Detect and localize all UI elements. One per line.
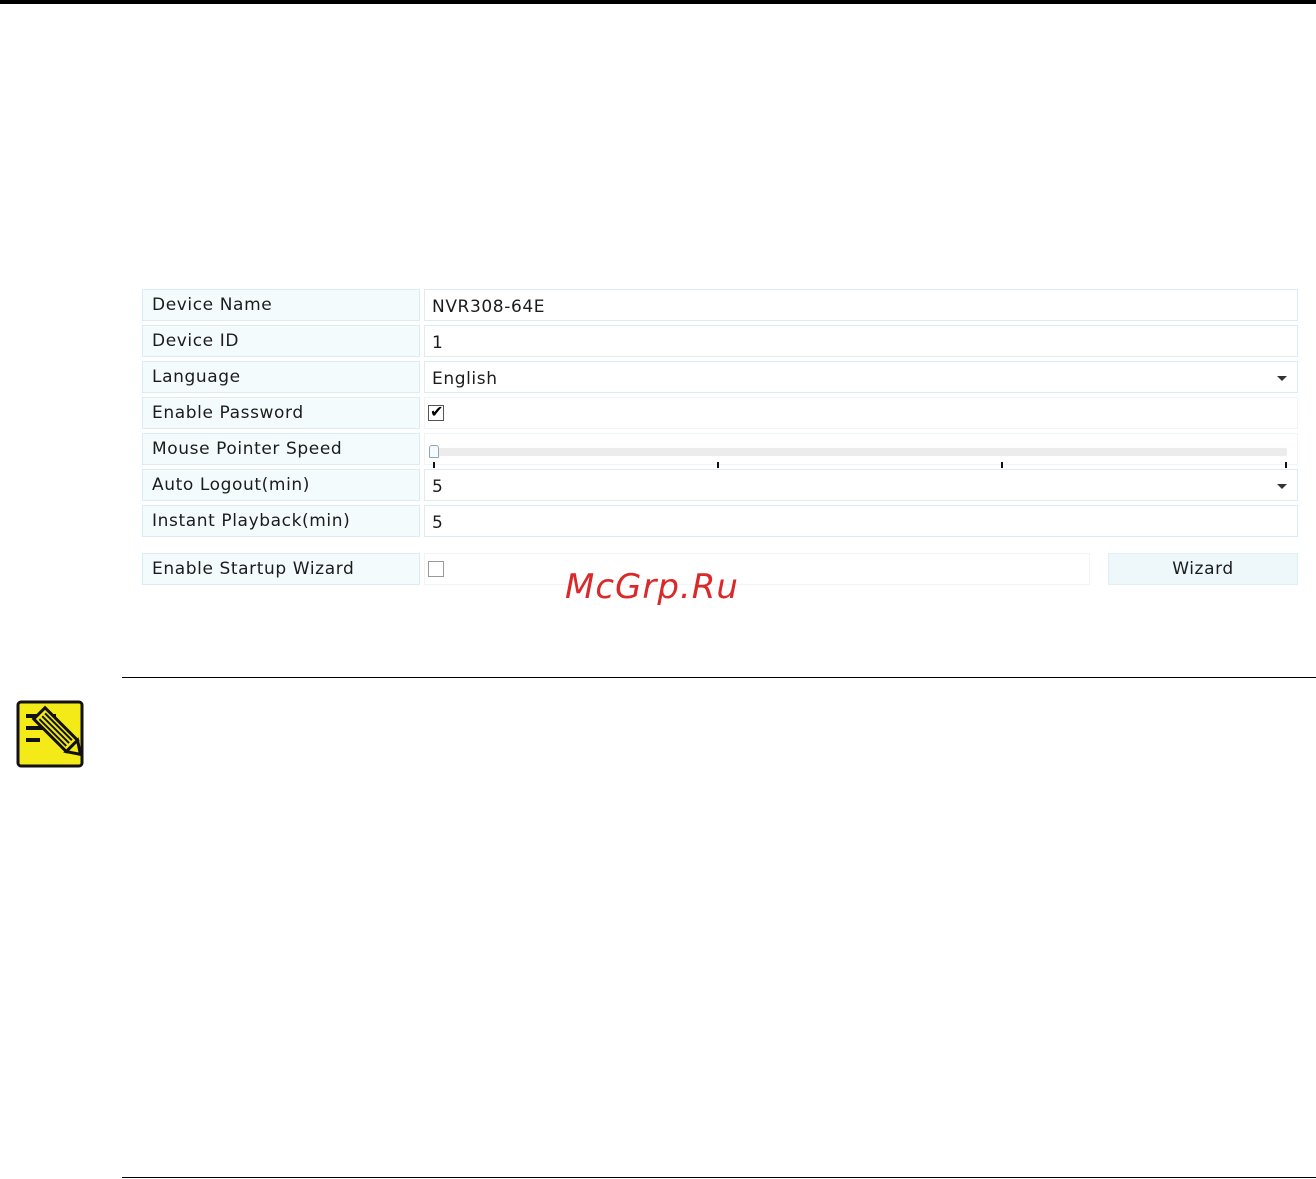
device-id-input[interactable]: 1 [424,325,1298,357]
language-label: Language [142,361,420,393]
row-mouse-pointer-speed: Mouse Pointer Speed [142,431,1298,468]
language-selected-value: English [432,369,498,389]
general-settings-form: Device Name NVR308-64E Device ID 1 Langu… [142,287,1298,587]
wizard-button[interactable]: Wizard [1108,553,1298,585]
mouse-pointer-speed-label: Mouse Pointer Speed [142,433,420,465]
row-language: Language English [142,359,1298,395]
auto-logout-label: Auto Logout(min) [142,469,420,501]
language-select[interactable]: English [424,361,1298,393]
mouse-speed-slider-track[interactable] [433,448,1287,456]
device-name-input[interactable]: NVR308-64E [424,289,1298,321]
top-rule [0,0,1316,4]
enable-password-cell: ✔ [424,397,1298,429]
row-enable-password: Enable Password ✔ [142,395,1298,431]
mouse-speed-slider-handle[interactable] [429,445,439,458]
row-device-id: Device ID 1 [142,323,1298,359]
instant-playback-input[interactable]: 5 [424,505,1298,537]
note-bottom-rule [122,1177,1316,1178]
chevron-down-icon[interactable] [1277,376,1287,381]
chevron-down-icon[interactable] [1277,484,1287,489]
enable-password-checkbox[interactable]: ✔ [428,402,445,421]
device-id-label: Device ID [142,325,420,357]
startup-wizard-checkbox[interactable] [428,561,444,577]
note-top-rule [122,677,1316,678]
mouse-pointer-speed-cell [424,433,1298,468]
watermark: McGrp.Ru [565,567,739,607]
startup-wizard-cell [424,553,1090,585]
row-auto-logout: Auto Logout(min) 5 [142,467,1298,503]
instant-playback-label: Instant Playback(min) [142,505,420,537]
startup-wizard-label: Enable Startup Wizard [142,553,420,585]
checkmark-icon: ✔ [430,402,445,421]
enable-password-label: Enable Password [142,397,420,429]
note-pencil-icon [16,700,84,768]
auto-logout-select[interactable]: 5 [424,469,1298,501]
row-instant-playback: Instant Playback(min) 5 [142,503,1298,539]
device-name-label: Device Name [142,289,420,321]
auto-logout-selected-value: 5 [432,477,444,497]
row-device-name: Device Name NVR308-64E [142,287,1298,323]
